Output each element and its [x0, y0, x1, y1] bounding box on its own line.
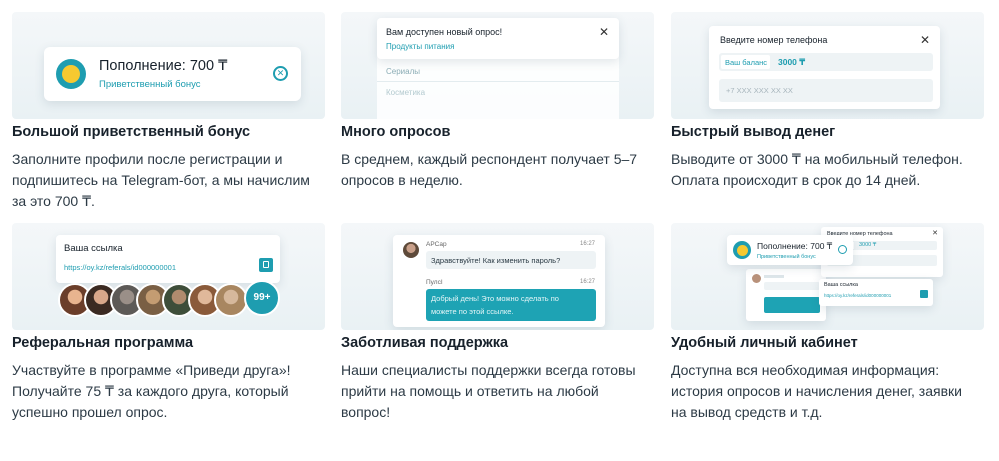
- bonus-heading: Пополнение: 700 ₸: [99, 58, 228, 74]
- chat-message-text: Добрый день! Это можно сделать по: [431, 294, 559, 303]
- card-description: Участвуйте в программе «Приведи друга»! …: [12, 362, 291, 420]
- balance-row: Ваш баланс 3000 ₸: [719, 53, 933, 71]
- mini-chat: [746, 269, 826, 321]
- mini-referral: Ваша ссылка https://oy.kz/referals/id000…: [819, 279, 933, 306]
- close-circle-icon[interactable]: [838, 245, 847, 254]
- more-friends-badge[interactable]: 99+: [244, 280, 280, 316]
- card-title: Много опросов: [341, 124, 451, 140]
- chat-message-text: Здравствуйте! Как изменить пароль?: [431, 256, 561, 265]
- close-icon[interactable]: ✕: [599, 26, 609, 38]
- chat-window: АРСар 16:27 Здравствуйте! Как изменить п…: [393, 235, 605, 327]
- survey-item: Сериалы: [386, 67, 421, 76]
- bonus-notification: Пополнение: 700 ₸ Приветственный бонус ✕: [44, 47, 301, 101]
- mini-bonus-heading: Пополнение: 700 ₸: [757, 241, 833, 251]
- phone-placeholder: +7 XXX XXX XX XX: [726, 86, 793, 95]
- survey-popup: Вам доступен новый опрос! Продукты питан…: [377, 18, 619, 59]
- phone-input[interactable]: +7 XXX XXX XX XX: [719, 79, 933, 102]
- coin-icon: [733, 241, 751, 259]
- balance-label-pill: Ваш баланс: [721, 55, 770, 69]
- mini-balance: 3000 ₸: [859, 242, 877, 248]
- referral-box: Ваша ссылка https://oy.kz/referals/id000…: [56, 235, 280, 283]
- card-title: Удобный личный кабинет: [671, 335, 858, 351]
- phone-form: Введите номер телефона ✕ Ваш баланс 3000…: [709, 26, 940, 109]
- chat-user: ПулсI: [426, 279, 443, 286]
- card-title: Быстрый вывод денег: [671, 124, 836, 140]
- chat-message-support: Добрый день! Это можно сделать по можете…: [426, 289, 596, 321]
- card-description: Наши специалисты поддержки всегда готовы…: [341, 362, 636, 420]
- referral-heading: Ваша ссылка: [64, 243, 123, 254]
- illustration-referral: Ваша ссылка https://oy.kz/referals/id000…: [12, 223, 325, 330]
- card-title: Большой приветственный бонус: [12, 124, 251, 140]
- card-title: Заботливая поддержка: [341, 335, 509, 351]
- illustration-surveys: Сериалы Косметика Вам доступен новый опр…: [341, 12, 654, 119]
- coin-icon: [56, 59, 86, 89]
- chat-message-text: можете по этой ссылке.: [431, 307, 514, 316]
- card-description: Доступна вся необходимая информация: ист…: [671, 362, 962, 420]
- illustration-bonus: Пополнение: 700 ₸ Приветственный бонус ✕: [12, 12, 325, 119]
- illustration-withdrawal: Введите номер телефона ✕ Ваш баланс 3000…: [671, 12, 984, 119]
- close-icon[interactable]: ✕: [932, 229, 938, 237]
- mini-bonus: Пополнение: 700 ₸ Приветственный бонус: [727, 235, 853, 265]
- mini-referral-heading: Ваша ссылка: [824, 282, 858, 288]
- survey-link[interactable]: Продукты питания: [386, 42, 454, 51]
- copy-icon[interactable]: [920, 290, 928, 298]
- balance-value: 3000 ₸: [778, 57, 806, 67]
- card-description: Заполните профили после регистрации и по…: [12, 151, 310, 209]
- chat-time: 16:27: [579, 241, 595, 247]
- copy-icon[interactable]: [259, 258, 273, 272]
- mini-referral-link[interactable]: https://oy.kz/referals/id000000001: [824, 293, 891, 298]
- avatar: [403, 242, 419, 258]
- mini-bonus-subtitle: Приветственный бонус: [757, 254, 816, 260]
- chat-time: 16:27: [579, 279, 595, 285]
- card-description: Выводите от 3000 ₸ на мобильный телефон.…: [671, 151, 963, 188]
- avatar: [214, 283, 248, 317]
- bonus-subtitle: Приветственный бонус: [99, 79, 201, 90]
- close-icon[interactable]: ✕: [920, 34, 930, 46]
- close-circle-icon[interactable]: ✕: [273, 66, 288, 81]
- phone-heading: Введите номер телефона: [720, 35, 828, 45]
- chat-message-user: Здравствуйте! Как изменить пароль?: [426, 251, 596, 269]
- survey-heading: Вам доступен новый опрос!: [386, 27, 503, 37]
- card-description: В среднем, каждый респондент получает 5–…: [341, 151, 638, 188]
- survey-item: Косметика: [386, 88, 426, 97]
- friend-avatars: 99+: [58, 280, 298, 319]
- balance-label: Ваш баланс: [725, 58, 768, 67]
- referral-link[interactable]: https://oy.kz/referals/id000000001: [64, 263, 176, 272]
- card-title: Реферальная программа: [12, 335, 194, 351]
- illustration-dashboard: Введите номер телефона ✕ 3000 ₸ Пополнен…: [671, 223, 984, 330]
- illustration-support: АРСар 16:27 Здравствуйте! Как изменить п…: [341, 223, 654, 330]
- chat-user: АРСар: [426, 241, 447, 248]
